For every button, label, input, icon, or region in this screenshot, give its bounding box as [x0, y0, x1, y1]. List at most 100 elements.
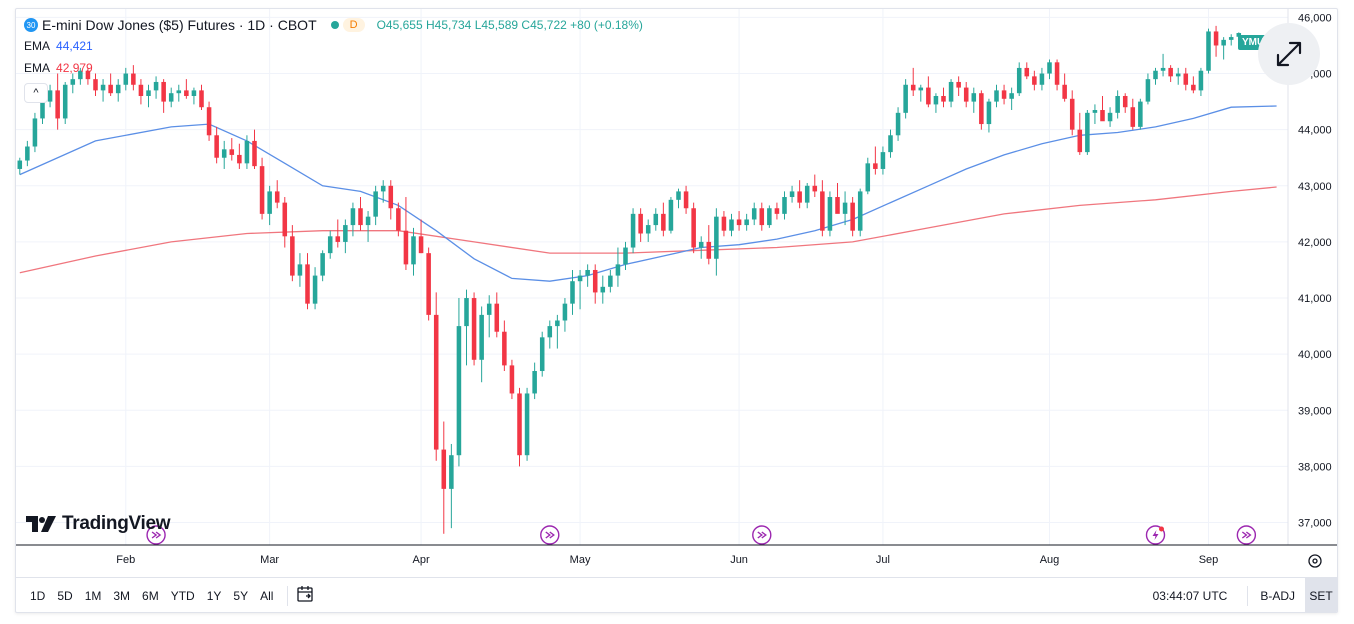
- event-forward-icon[interactable]: [540, 525, 560, 545]
- candle: [403, 197, 409, 270]
- candle: [994, 84, 999, 108]
- candle: [691, 202, 696, 254]
- candle: [577, 269, 583, 310]
- expand-icon: [1276, 41, 1302, 67]
- event-forward-icon[interactable]: [1236, 525, 1257, 545]
- candle: [555, 314, 560, 349]
- chart-container[interactable]: 37,000 38,000 39,000 40,000 41,000 42,000 43,0…: [15, 8, 1338, 613]
- candle: [623, 241, 628, 270]
- candle: [343, 219, 348, 254]
- fullscreen-button[interactable]: [1258, 23, 1320, 85]
- x-tick-label: Jun: [730, 554, 748, 566]
- candle: [1100, 95, 1105, 122]
- badj-button[interactable]: B-ADJ: [1256, 589, 1299, 603]
- candle: [820, 180, 825, 237]
- candle: [910, 67, 916, 96]
- ohlc-low: 45,589: [481, 18, 519, 32]
- candle: [1221, 37, 1226, 60]
- range-1m-button[interactable]: 1M: [79, 589, 108, 603]
- event-lightning-icon[interactable]: [1145, 525, 1166, 545]
- candle: [933, 93, 939, 113]
- range-3m-button[interactable]: 3M: [107, 589, 136, 603]
- toolbar-divider: [287, 585, 289, 606]
- range-6m-button[interactable]: 6M: [136, 589, 165, 603]
- candle: [1001, 84, 1007, 105]
- bottom-toolbar: 1D 5D 1M 3M 6M YTD 1Y 5Y All 03:44:07 UT…: [16, 577, 1337, 612]
- candle: [782, 191, 787, 220]
- candle: [767, 205, 772, 228]
- candle: [509, 359, 515, 400]
- candle: [698, 236, 704, 259]
- candle: [449, 443, 454, 529]
- range-1d-button[interactable]: 1D: [24, 589, 51, 603]
- candle: [956, 76, 961, 96]
- candle: [880, 146, 886, 175]
- candle: [804, 182, 810, 209]
- range-1y-button[interactable]: 1Y: [201, 589, 228, 603]
- ema-slow-row[interactable]: EMA 42,979: [24, 57, 643, 79]
- ohlc-high-label: H: [425, 18, 435, 32]
- event-forward-icon[interactable]: [752, 525, 772, 545]
- event-markers[interactable]: [146, 525, 1257, 545]
- symbol-title[interactable]: E-mini Dow Jones ($5) Futures · 1D · CBO…: [42, 17, 317, 33]
- x-tick-label: Jul: [876, 554, 890, 566]
- candle: [979, 90, 984, 130]
- logo-text: TradingView: [62, 513, 171, 534]
- candle: [297, 253, 303, 287]
- candle: [903, 79, 908, 119]
- candle: [206, 101, 212, 141]
- symbol-row[interactable]: 30 E-mini Dow Jones ($5) Futures · 1D · …: [24, 15, 643, 35]
- candle: [524, 387, 530, 461]
- clock-time[interactable]: 03:44:07 UTC: [1153, 589, 1228, 603]
- candle: [895, 107, 901, 141]
- range-5d-button[interactable]: 5D: [51, 589, 78, 603]
- x-tick-label: Apr: [413, 554, 430, 566]
- candle: [1085, 110, 1090, 155]
- tradingview-logo[interactable]: TradingView: [26, 513, 171, 535]
- candle: [918, 84, 924, 102]
- candle: [971, 87, 977, 113]
- candle: [789, 185, 795, 203]
- candle: [237, 143, 242, 169]
- chevron-up-icon: ^: [33, 87, 39, 99]
- candle: [706, 225, 712, 265]
- candle: [373, 185, 378, 226]
- candle: [1092, 104, 1098, 125]
- range-ytd-button[interactable]: YTD: [165, 589, 201, 603]
- candle: [532, 362, 537, 400]
- y-tick-label: 46,000: [1298, 12, 1332, 24]
- ema-fast-label: EMA: [24, 39, 51, 53]
- candle: [630, 208, 636, 254]
- candle: [471, 292, 477, 366]
- candle: [585, 264, 590, 287]
- candle: [1009, 87, 1014, 111]
- candle: [570, 269, 575, 315]
- candle: [479, 306, 484, 383]
- date-range-button[interactable]: [296, 585, 314, 606]
- ema-fast-row[interactable]: EMA 44,421: [24, 35, 643, 57]
- set-button[interactable]: SET: [1305, 578, 1337, 612]
- data-badge[interactable]: D: [342, 18, 365, 32]
- ohlc-change: +80 (+0.18%): [570, 18, 643, 32]
- candle: [948, 79, 954, 108]
- collapse-legend-button[interactable]: ^: [24, 83, 48, 103]
- candle: [1130, 98, 1136, 130]
- candle: [683, 185, 689, 214]
- candle: [759, 202, 765, 231]
- settings-gear-icon[interactable]: [1308, 554, 1322, 568]
- candle: [274, 180, 280, 209]
- ema-slow-value: 42,979: [56, 61, 93, 75]
- range-all-button[interactable]: All: [254, 589, 279, 603]
- candle: [229, 138, 235, 161]
- y-tick-label: 41,000: [1298, 293, 1332, 305]
- candle: [456, 298, 462, 467]
- candle: [827, 191, 833, 237]
- ohlc-high: 45,734: [434, 18, 472, 32]
- candle: [1077, 112, 1083, 155]
- candle: [888, 129, 893, 158]
- candle: [411, 227, 416, 276]
- range-5y-button[interactable]: 5Y: [227, 589, 254, 603]
- candle: [873, 146, 878, 175]
- candle: [502, 320, 507, 372]
- ohlc-close: 45,722: [530, 18, 567, 32]
